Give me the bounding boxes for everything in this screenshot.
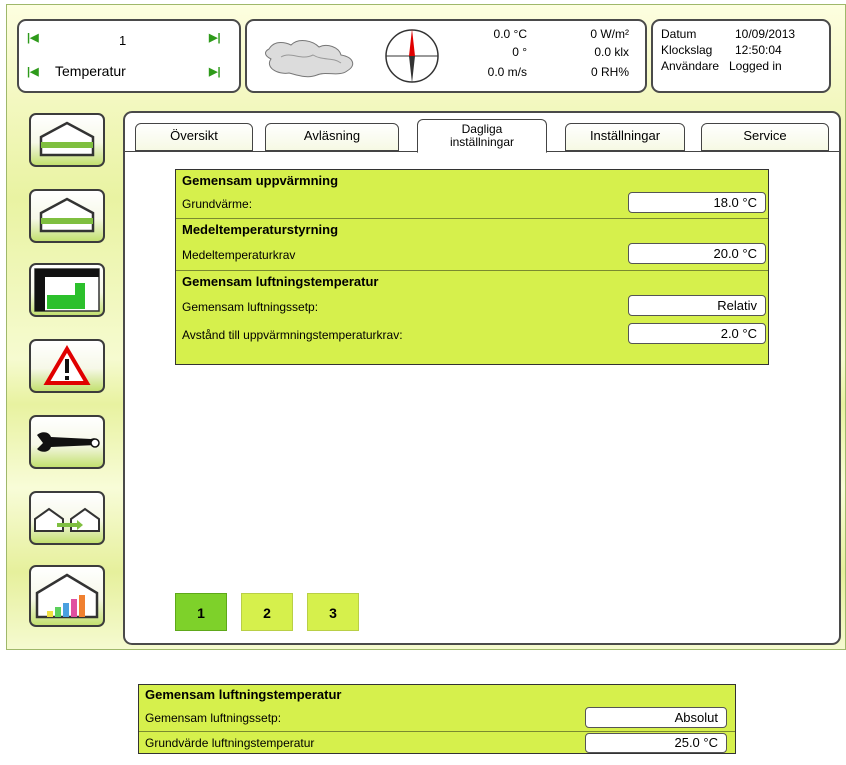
compass-icon: [385, 29, 439, 83]
weather-panel: 0.0 °C 0 ° 0.0 m/s 0 W/m² 0.0 klx 0 RH%: [245, 19, 647, 93]
tab-installningar[interactable]: Inställningar: [565, 123, 685, 151]
main-panel: Översikt Avläsning Dagliga inställningar…: [123, 111, 841, 645]
divider: [176, 218, 768, 219]
navigation-panel: |◀ 1 ▶| |◀ Temperatur ▶|: [17, 19, 241, 93]
page-button-1[interactable]: 1: [175, 593, 227, 631]
wind-direction: 0 °: [512, 45, 527, 59]
luftningssetp-field[interactable]: Relativ: [628, 295, 766, 316]
section-heading: Gemensam luftningstemperatur: [182, 274, 379, 289]
light-level: 0.0 klx: [594, 45, 629, 59]
extra-settings-block: Gemensam luftningstemperatur Gemensam lu…: [138, 684, 736, 754]
section-title: Temperatur: [55, 63, 126, 79]
first-icon[interactable]: |◀: [27, 31, 39, 44]
warning-icon: [43, 345, 91, 385]
grundvarde-luftning-field[interactable]: 25.0 °C: [585, 733, 727, 753]
row-label: Grundvärde luftningstemperatur: [145, 736, 315, 750]
section-heading: Medeltemperaturstyrning: [182, 222, 339, 237]
tab-label-line2: inställningar: [449, 135, 515, 149]
row-label: Medeltemperaturkrav: [182, 248, 296, 262]
tab-oversikt[interactable]: Översikt: [135, 123, 253, 151]
avstand-field[interactable]: 2.0 °C: [628, 323, 766, 344]
cloud-icon: [265, 40, 354, 78]
side-button-table[interactable]: [29, 263, 105, 317]
section-heading: Gemensam luftningstemperatur: [145, 687, 342, 702]
row-label: Gemensam luftningssetp:: [145, 711, 282, 725]
date-label: Datum: [661, 27, 697, 41]
prev-page-icon[interactable]: |◀: [27, 65, 39, 78]
wrench-icon: [37, 432, 100, 452]
time-label: Klockslag: [661, 43, 713, 57]
row-label: Grundvärme:: [182, 197, 253, 211]
row-label: Avstånd till uppvärmningstemperaturkrav:: [182, 328, 403, 342]
tab-dagliga-installningar[interactable]: Dagliga inställningar: [417, 119, 547, 153]
daily-settings-block: Gemensam uppvärmning Grundvärme: 18.0 °C…: [175, 169, 769, 365]
side-button-climate[interactable]: [29, 189, 105, 243]
divider: [139, 731, 735, 732]
humidity: 0 RH%: [590, 65, 629, 79]
side-button-overview[interactable]: [29, 113, 105, 167]
tab-label: Översikt: [170, 128, 218, 143]
greenhouse-icon: [39, 121, 95, 157]
app-window: |◀ 1 ▶| |◀ Temperatur ▶| 0.0 °C 0 ° 0.0 …: [6, 4, 846, 650]
tab-label: Avläsning: [303, 128, 361, 143]
row-label: Gemensam luftningssetp:: [182, 300, 319, 314]
greenhouse-transfer-icon: [34, 507, 100, 532]
next-page-icon[interactable]: ▶|: [209, 65, 221, 78]
tab-label: Inställningar: [589, 128, 661, 143]
grundvarme-field[interactable]: 18.0 °C: [628, 192, 766, 213]
solar-radiation: 0 W/m²: [590, 27, 629, 41]
date-value: 10/09/2013: [735, 27, 796, 41]
page-button-3[interactable]: 3: [307, 593, 359, 631]
user-label: Användare: [661, 59, 720, 73]
side-button-reports[interactable]: [29, 565, 105, 627]
side-button-alarms[interactable]: [29, 339, 105, 393]
next-icon[interactable]: ▶|: [209, 31, 221, 44]
divider: [176, 270, 768, 271]
table-graph-icon: [34, 268, 100, 312]
time-value: 12:50:04: [735, 43, 782, 57]
greenhouse-chart-icon: [35, 573, 99, 619]
section-heading: Gemensam uppvärmning: [182, 173, 339, 188]
section-number: 1: [119, 33, 127, 48]
greenhouse-icon: [39, 197, 95, 233]
date-panel: Datum 10/09/2013 Klockslag 12:50:04 Anvä…: [651, 19, 831, 93]
tab-service[interactable]: Service: [701, 123, 829, 151]
page-button-2[interactable]: 2: [241, 593, 293, 631]
luftningssetp-absolut-field[interactable]: Absolut: [585, 707, 727, 728]
tab-avlasning[interactable]: Avläsning: [265, 123, 399, 151]
side-button-service[interactable]: [29, 415, 105, 469]
wind-speed: 0.0 m/s: [487, 65, 527, 79]
user-value: Logged in: [729, 59, 782, 73]
outdoor-temperature: 0.0 °C: [493, 27, 527, 41]
side-button-transfer[interactable]: [29, 491, 105, 545]
medeltemperaturkrav-field[interactable]: 20.0 °C: [628, 243, 766, 264]
tab-label: Service: [743, 128, 787, 143]
